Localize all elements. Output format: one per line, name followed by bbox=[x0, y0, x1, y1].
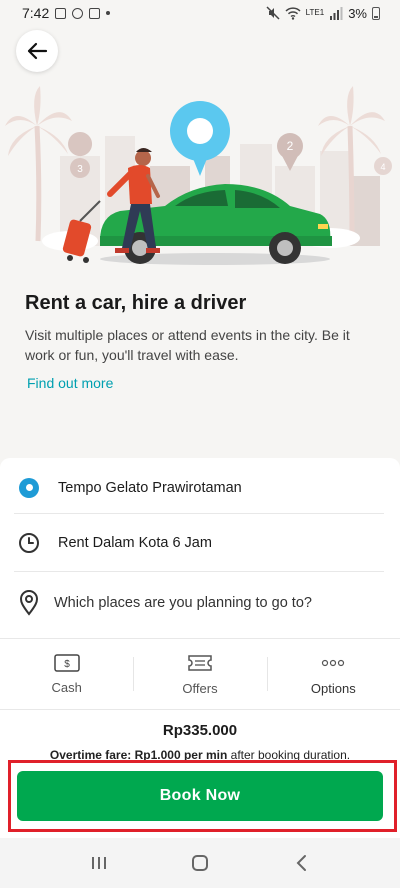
arrow-left-icon bbox=[27, 42, 48, 60]
more-dots-icon bbox=[322, 659, 345, 666]
options-label: Options bbox=[310, 680, 356, 696]
rental-package-text: Rent Dalam Kota 6 Jam bbox=[58, 534, 212, 551]
recent-apps-icon bbox=[91, 857, 106, 869]
chevron-left-icon bbox=[296, 855, 307, 871]
back-nav-button[interactable] bbox=[281, 848, 321, 878]
offers-button[interactable]: Offers bbox=[133, 639, 266, 709]
mute-icon bbox=[266, 6, 280, 20]
cash-icon: $ bbox=[53, 653, 80, 672]
battery-percent: 3% bbox=[348, 5, 367, 21]
recent-apps-button[interactable] bbox=[79, 848, 119, 878]
fare-price: Rp335.000 bbox=[162, 722, 238, 739]
network-type: LTE1 bbox=[305, 8, 325, 17]
more-notifications-icon bbox=[106, 11, 111, 15]
back-button[interactable] bbox=[16, 30, 58, 72]
location-pin-icon bbox=[19, 590, 39, 616]
gallery-notification-icon bbox=[55, 7, 67, 19]
svg-text:$: $ bbox=[64, 659, 70, 670]
system-navigation-bar bbox=[0, 838, 400, 888]
cash-label: Cash bbox=[51, 679, 82, 695]
home-icon bbox=[191, 855, 208, 871]
rental-package-row[interactable]: Rent Dalam Kota 6 Jam bbox=[14, 514, 384, 572]
home-button[interactable] bbox=[180, 848, 220, 878]
battery-icon bbox=[372, 6, 380, 20]
destination-input[interactable]: Which places are you planning to go to? bbox=[54, 595, 312, 611]
ticket-icon bbox=[188, 654, 212, 671]
pickup-point-icon bbox=[19, 477, 39, 498]
destination-row[interactable]: Which places are you planning to go to? bbox=[14, 572, 384, 634]
pin-number-3: 3 bbox=[77, 164, 83, 175]
pickup-location-text: Tempo Gelato Prawirotaman bbox=[58, 479, 242, 496]
options-button[interactable]: Options bbox=[266, 639, 400, 709]
find-out-more-link[interactable]: Find out more bbox=[27, 375, 113, 391]
book-now-button[interactable]: Book Now bbox=[17, 771, 383, 821]
pin-number-4: 4 bbox=[380, 162, 385, 172]
offers-label: Offers bbox=[182, 680, 218, 696]
clock-icon bbox=[19, 532, 39, 553]
hero-illustration: 3 2 4 bbox=[0, 26, 400, 276]
pin-number-2: 2 bbox=[287, 139, 294, 153]
status-time: 7:42 bbox=[22, 5, 50, 21]
signal-icon bbox=[330, 6, 343, 20]
gmail-notification-icon bbox=[89, 7, 101, 19]
page-title: Rent a car, hire a driver bbox=[25, 292, 247, 314]
intro-description: Visit multiple places or attend events i… bbox=[25, 327, 350, 363]
pickup-location-row[interactable]: Tempo Gelato Prawirotaman bbox=[14, 462, 384, 514]
whatsapp-notification-icon bbox=[72, 7, 84, 19]
payment-method-cash[interactable]: $ Cash bbox=[0, 639, 133, 709]
status-bar: 7:42 LTE1 3% bbox=[0, 0, 400, 26]
rental-car-illustration: 3 2 4 bbox=[0, 86, 400, 276]
wifi-icon bbox=[285, 6, 301, 20]
payment-options-bar: $ Cash Offers Options bbox=[0, 638, 400, 710]
